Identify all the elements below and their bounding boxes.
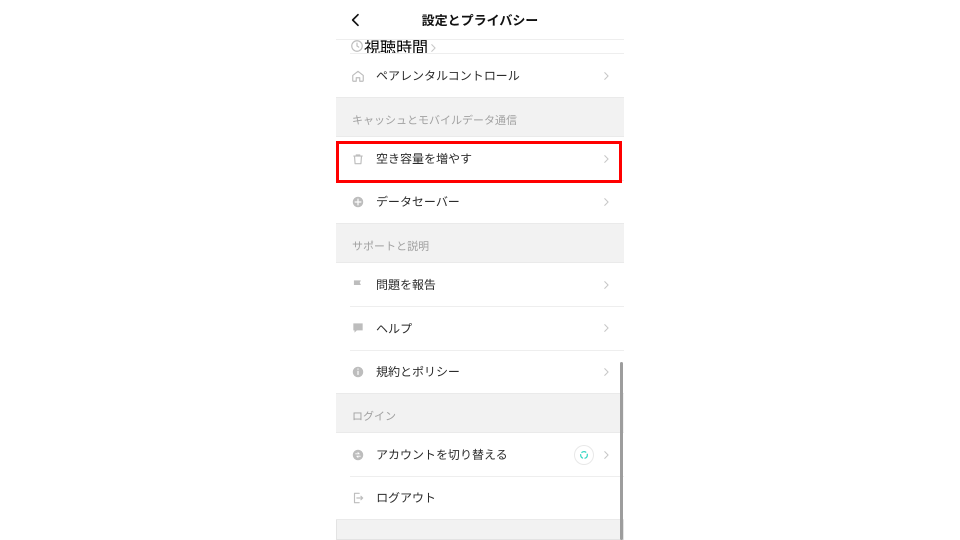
row-label: 視聴時間 bbox=[364, 40, 428, 54]
logout-icon bbox=[350, 490, 366, 506]
phone-frame: 設定とプライバシー 視聴時間 ペアレンタルコントロール キャッシュとモバイルデー… bbox=[336, 0, 624, 540]
row-label: データセーバー bbox=[376, 193, 600, 210]
section-header-login: ログイン bbox=[336, 394, 624, 432]
swap-icon bbox=[350, 447, 366, 463]
section-header-cache: キャッシュとモバイルデータ通信 bbox=[336, 98, 624, 136]
trash-icon bbox=[350, 151, 366, 167]
header-bar: 設定とプライバシー bbox=[336, 0, 624, 40]
row-label: 規約とポリシー bbox=[376, 363, 600, 380]
chevron-right-icon bbox=[600, 279, 612, 291]
info-icon bbox=[350, 364, 366, 380]
chevron-right-icon bbox=[600, 70, 612, 82]
row-label: 空き容量を増やす bbox=[376, 150, 600, 167]
row-label: 問題を報告 bbox=[376, 276, 600, 293]
settings-row-help[interactable]: ヘルプ bbox=[336, 306, 624, 350]
chevron-right-icon bbox=[600, 366, 612, 378]
loading-spinner-icon bbox=[574, 445, 594, 465]
data-saver-icon bbox=[350, 194, 366, 210]
page-title: 設定とプライバシー bbox=[336, 10, 624, 29]
chevron-left-icon bbox=[348, 12, 364, 28]
settings-row-logout[interactable]: ログアウト bbox=[336, 476, 624, 520]
settings-row-switch-account[interactable]: アカウントを切り替える bbox=[336, 432, 624, 476]
home-icon bbox=[350, 68, 366, 84]
scrollbar-thumb[interactable] bbox=[620, 362, 623, 540]
settings-row-free-space[interactable]: 空き容量を増やす bbox=[336, 136, 624, 180]
chevron-right-icon bbox=[600, 449, 612, 461]
row-label: ログアウト bbox=[376, 489, 612, 506]
settings-row-report[interactable]: 問題を報告 bbox=[336, 262, 624, 306]
settings-row-partial[interactable]: 視聴時間 bbox=[336, 40, 624, 54]
chevron-right-icon bbox=[600, 153, 612, 165]
row-label: ヘルプ bbox=[376, 320, 600, 337]
chevron-right-icon bbox=[600, 322, 612, 334]
chevron-right-icon bbox=[428, 40, 438, 54]
back-button[interactable] bbox=[336, 0, 376, 40]
chat-icon bbox=[350, 320, 366, 336]
chevron-right-icon bbox=[600, 196, 612, 208]
row-label: アカウントを切り替える bbox=[376, 446, 574, 463]
section-header-support: サポートと説明 bbox=[336, 224, 624, 262]
settings-row-parental[interactable]: ペアレンタルコントロール bbox=[336, 54, 624, 98]
clock-icon bbox=[350, 40, 364, 54]
flag-icon bbox=[350, 277, 366, 293]
row-label: ペアレンタルコントロール bbox=[376, 67, 600, 84]
settings-row-data-saver[interactable]: データセーバー bbox=[336, 180, 624, 224]
settings-row-terms[interactable]: 規約とポリシー bbox=[336, 350, 624, 394]
